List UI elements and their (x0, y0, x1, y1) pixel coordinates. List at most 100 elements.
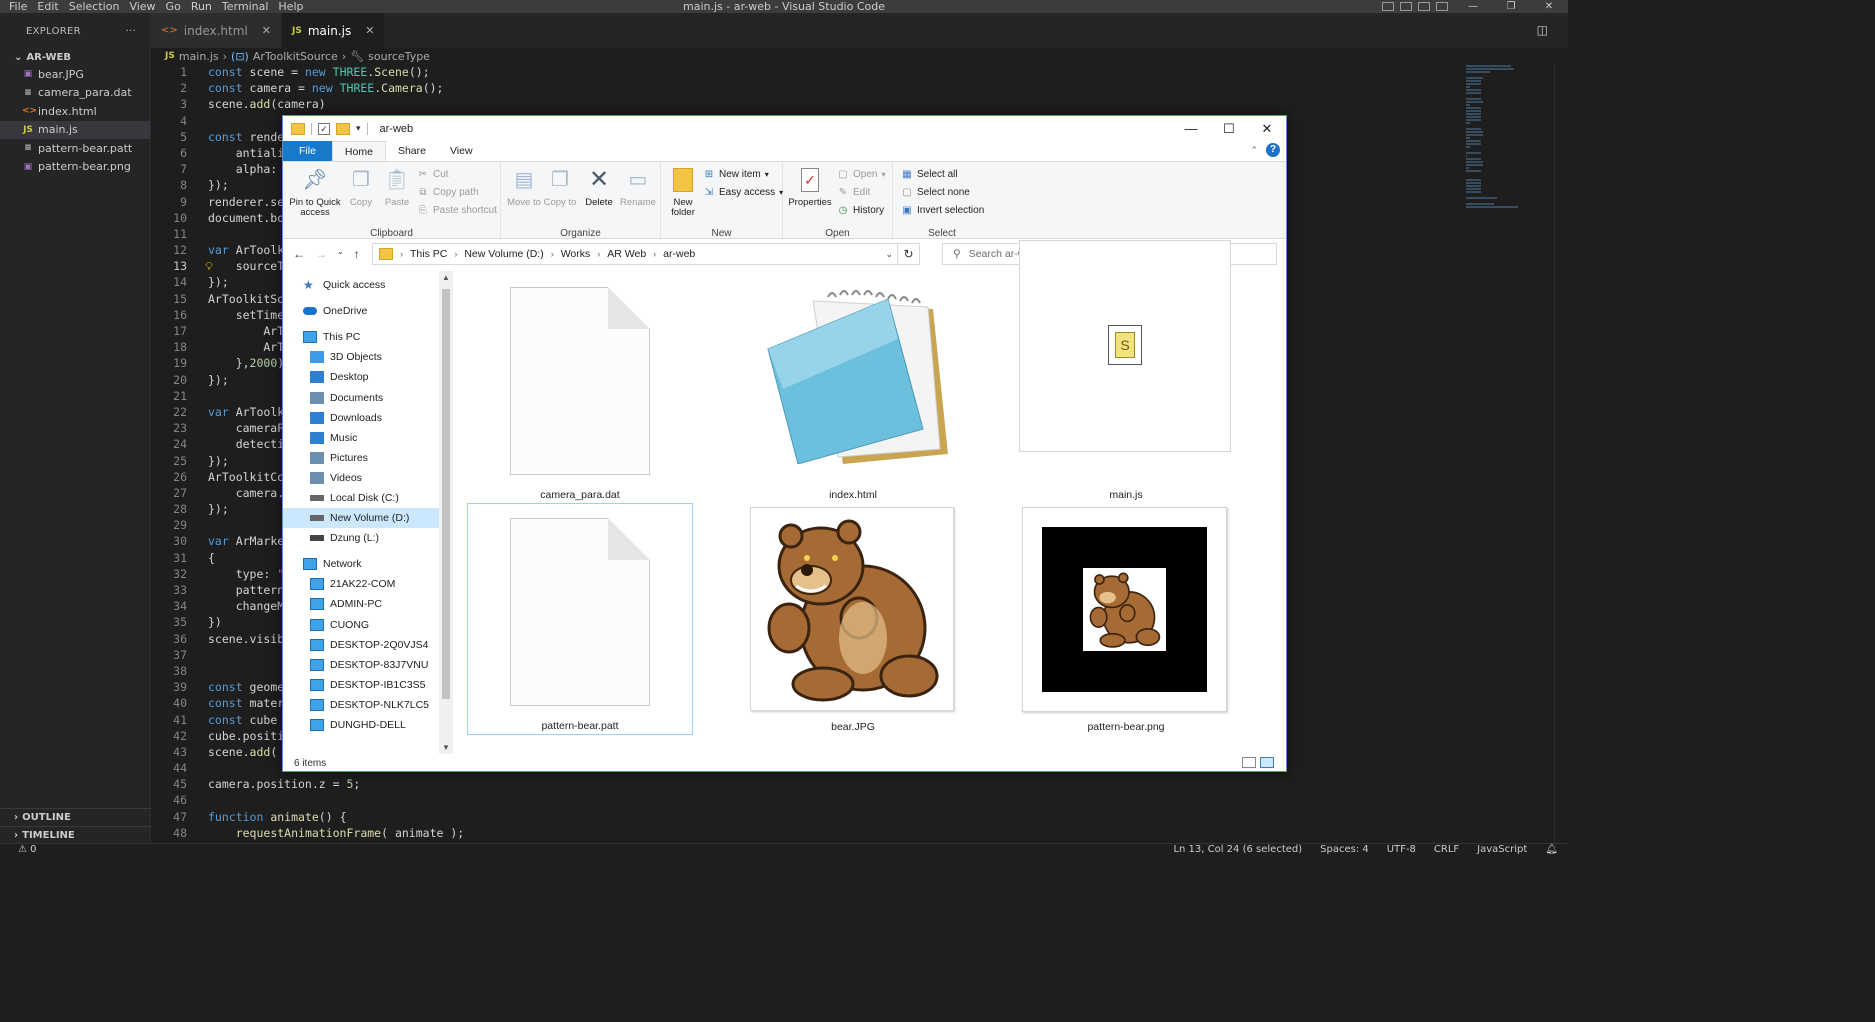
address-bar[interactable]: › This PC › New Volume (D:) › Works › AR… (372, 243, 920, 265)
edit-button[interactable]: ✎ Edit (837, 184, 870, 201)
properties-button[interactable]: ✓ Properties (787, 166, 833, 208)
nav-network-computer[interactable]: DESKTOP-NLK7LC5 (283, 695, 439, 715)
notifications-icon[interactable]: 🔔︎ (1545, 844, 1558, 855)
sidebar-file-0[interactable]: ▣ bear.JPG (0, 65, 150, 84)
close-tab-icon[interactable]: ✕ (262, 24, 271, 37)
file-pattern-bear-patt[interactable]: pattern-bear.patt (467, 503, 693, 735)
nav-network-computer[interactable]: DESKTOP-2Q0VJS4 (283, 635, 439, 655)
nav-this-pc[interactable]: This PC (283, 327, 439, 347)
file-main-js[interactable]: S main.js (1013, 240, 1239, 503)
nav-network-computer[interactable]: DESKTOP-83J7VNU (283, 655, 439, 675)
line-endings[interactable]: CRLF (1434, 844, 1459, 855)
chevron-down-icon[interactable]: ⌄ (885, 249, 893, 260)
move-to-button[interactable]: ▤ Move to (507, 166, 541, 208)
nav-network-computer[interactable]: DESKTOP-IB1C3S5 (283, 675, 439, 695)
pin-to-quick-access-button[interactable]: 📌︎ Pin to Quick access (287, 166, 343, 218)
sidebar-file-4[interactable]: ≡ pattern-bear.patt (0, 139, 150, 158)
details-view-icon[interactable] (1242, 757, 1256, 768)
sidebar-file-3[interactable]: JS main.js (0, 120, 150, 139)
large-icons-view-icon[interactable] (1260, 757, 1274, 768)
crumb-ar-web-parent[interactable]: AR Web (607, 248, 646, 260)
nav-pc-item[interactable]: Dzung (L:) (283, 528, 439, 548)
nav-network-computer[interactable]: 21AK22-COM (283, 574, 439, 594)
nav-network-computer[interactable]: DUNGHD-DELL (283, 715, 439, 735)
sidebar-file-1[interactable]: ≡ camera_para.dat (0, 84, 150, 103)
crumb-new-volume[interactable]: New Volume (D:) (464, 248, 543, 260)
select-none-button[interactable]: ▢ Select none (901, 184, 970, 201)
menu-terminal[interactable]: Terminal (217, 0, 274, 13)
new-folder-quick-icon[interactable] (336, 122, 350, 135)
file-index-html[interactable]: index.html (740, 271, 966, 503)
nav-pc-item[interactable]: Videos (283, 468, 439, 488)
editor-scrollbar[interactable] (1554, 64, 1568, 844)
scroll-thumb[interactable] (442, 289, 450, 699)
problems-count[interactable]: ⚠ 0 (0, 844, 37, 855)
tab-share[interactable]: Share (386, 141, 438, 161)
crumb-this-pc[interactable]: This PC (410, 248, 447, 260)
menu-run[interactable]: Run (186, 0, 217, 13)
outline-section[interactable]: › OUTLINE (0, 808, 151, 826)
nav-pc-item[interactable]: Downloads (283, 408, 439, 428)
nav-pc-item[interactable]: New Volume (D:) (283, 508, 439, 529)
nav-network-computer[interactable]: ADMIN-PC (283, 594, 439, 614)
tab-index-html[interactable]: <> index.html ✕ (151, 13, 282, 48)
delete-button[interactable]: ✕ Delete (581, 166, 617, 208)
more-actions-icon[interactable]: ··· (126, 26, 136, 37)
properties-quick-icon[interactable]: ✓ (318, 122, 330, 135)
tab-main-js[interactable]: JS main.js ✕ (281, 13, 386, 48)
copy-to-button[interactable]: ❐ Copy to (543, 166, 577, 208)
invert-selection-button[interactable]: ▣ Invert selection (901, 202, 984, 219)
tab-file[interactable]: File (283, 141, 332, 161)
tab-view[interactable]: View (438, 141, 485, 161)
crumb-works[interactable]: Works (561, 248, 591, 260)
encoding[interactable]: UTF-8 (1387, 844, 1416, 855)
close-icon[interactable]: ✕ (1530, 0, 1568, 13)
restore-icon[interactable]: ❐ (1492, 0, 1530, 13)
nav-pc-item[interactable]: Music (283, 428, 439, 448)
nav-onedrive[interactable]: OneDrive (283, 301, 439, 321)
forward-icon[interactable]: → (315, 247, 327, 261)
scroll-up-icon[interactable]: ▲ (442, 273, 450, 282)
easy-access-button[interactable]: ⇲ Easy access ▾ (703, 184, 783, 201)
nav-scrollbar[interactable]: ▲ ▼ (439, 271, 453, 754)
recent-locations-icon[interactable]: ⌄ (337, 247, 344, 261)
file-camera-para-dat[interactable]: camera_para.dat (467, 271, 693, 503)
menu-view[interactable]: View (124, 0, 160, 13)
split-editor-icon[interactable]: ◫ (1537, 23, 1548, 37)
nav-pc-item[interactable]: Desktop (283, 367, 439, 387)
toggle-secondary-sidebar-icon[interactable] (1418, 2, 1430, 11)
nav-pc-item[interactable]: Local Disk (C:) (283, 488, 439, 508)
nav-pc-item[interactable]: Pictures (283, 448, 439, 468)
crumb-ar-web[interactable]: ar-web (663, 248, 695, 260)
sidebar-file-5[interactable]: ▣ pattern-bear.png (0, 158, 150, 177)
timeline-section[interactable]: › TIMELINE (0, 826, 151, 844)
cut-button[interactable]: ✂ Cut (417, 166, 449, 183)
copy-path-button[interactable]: ⧉ Copy path (417, 184, 478, 201)
sidebar-file-2[interactable]: <> index.html (0, 102, 150, 121)
breadcrumb-property[interactable]: sourceType (368, 50, 430, 63)
paste-shortcut-button[interactable]: ⎘ Paste shortcut (417, 202, 497, 219)
minimize-icon[interactable]: — (1454, 0, 1492, 13)
breadcrumb-file[interactable]: main.js (179, 50, 219, 63)
file-pattern-bear-png[interactable]: pattern-bear.png (1013, 503, 1239, 735)
new-folder-button[interactable]: New folder (665, 166, 701, 218)
breadcrumb-symbol[interactable]: ArToolkitSource (253, 50, 338, 63)
toggle-sidebar-icon[interactable] (1382, 2, 1394, 11)
minimap[interactable] (1466, 64, 1526, 208)
new-item-button[interactable]: ⊞ New item ▾ (703, 166, 769, 183)
help-icon[interactable]: ? (1266, 143, 1280, 157)
file-bear-jpg[interactable]: bear.JPG (740, 503, 966, 735)
tab-home[interactable]: Home (331, 141, 386, 161)
minimize-icon[interactable]: — (1172, 116, 1210, 141)
close-icon[interactable]: ✕ (1248, 116, 1286, 141)
paste-button[interactable]: 📋︎ Paste (379, 166, 415, 208)
select-all-button[interactable]: ▦ Select all (901, 166, 957, 183)
rename-button[interactable]: ▭ Rename (619, 166, 657, 208)
copy-button[interactable]: ❐ Copy (343, 166, 379, 208)
nav-network-computer[interactable]: CUONG (283, 615, 439, 635)
up-icon[interactable]: ↑ (354, 247, 360, 261)
toggle-panel-icon[interactable] (1400, 2, 1412, 11)
back-icon[interactable]: ← (293, 247, 305, 261)
language-mode[interactable]: JavaScript (1477, 844, 1527, 855)
menu-edit[interactable]: Edit (32, 0, 63, 13)
